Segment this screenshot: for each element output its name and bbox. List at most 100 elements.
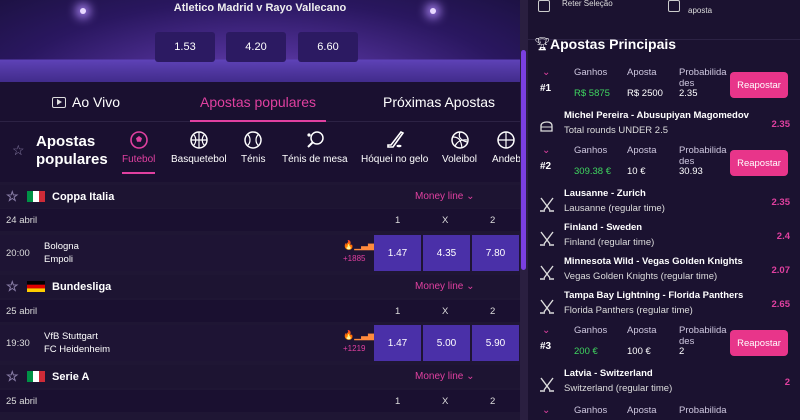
tab-ao-vivo[interactable]: Ao Vivo — [52, 82, 120, 122]
reter-selecao-label: Reter Seleção — [562, 0, 613, 8]
bet-selection: Minnesota Wild - Vegas Golden Knights Ve… — [528, 254, 800, 288]
sport-futebol[interactable]: Futebol — [122, 130, 156, 174]
selection-match: Tampa Bay Lightning - Florida Panthers — [564, 290, 744, 301]
chevron-down-icon: ⌄ — [466, 371, 475, 382]
selection-odd: 2.35 — [771, 197, 791, 208]
hockey-icon — [540, 197, 554, 212]
scrollbar[interactable] — [520, 0, 528, 420]
selection-odd: 2 — [784, 377, 790, 388]
selection-odd: 2.35 — [771, 119, 791, 130]
germany-flag-icon — [27, 281, 45, 292]
date-row: 25 abril 1 X 2 — [0, 300, 520, 322]
trending-fire-icon: 🔥▁▃▅ — [343, 240, 375, 250]
top-bets-panel: Reter Seleção aposta 🏆︎ Apostas Principa… — [528, 0, 800, 420]
tab-apostas-populares[interactable]: Apostas populares — [190, 82, 326, 122]
aposta-checkbox[interactable] — [668, 0, 680, 12]
basketball-icon — [190, 131, 208, 149]
bet-summary: ⌄ #1 Ganhos Aposta Probabilida des R$ 587… — [528, 64, 800, 108]
match-row[interactable]: 20:00 Bologna Empoli 🔥▁▃▅ +1885 1.47 4.35… — [0, 235, 520, 271]
col-2-header: 2 — [490, 396, 496, 407]
league-header[interactable]: ☆ Serie A Money line ⌄ — [0, 365, 520, 388]
chevron-down-icon[interactable]: ⌄ — [542, 405, 550, 416]
main-content: Atletico Madrid v Rayo Vallecano 1.53 4.… — [0, 0, 520, 420]
match-row[interactable]: 19:30 VfB Stuttgart FC Heidenheim 🔥▁▃▅ +1… — [0, 325, 520, 361]
aposta-label: aposta — [688, 6, 713, 15]
sport-hoquei-no-gelo[interactable]: Hóquei no gelo — [361, 130, 428, 165]
selection-match: Minnesota Wild - Vegas Golden Knights — [564, 256, 743, 267]
money-line-dropdown[interactable]: Money line ⌄ — [415, 191, 475, 202]
chevron-down-icon[interactable]: ⌄ — [542, 325, 550, 336]
table-tennis-icon — [307, 131, 324, 148]
bet-selection: Finland - Sweden Finland (regular time) … — [528, 220, 800, 254]
reter-selecao-checkbox[interactable] — [538, 0, 550, 12]
tab-label: Ao Vivo — [72, 94, 120, 110]
home-team: VfB Stuttgart — [44, 331, 98, 342]
odd-button-1[interactable]: 1.47 — [374, 325, 421, 361]
probabilidades-label-line1: Probabilida — [679, 325, 727, 336]
ganhos-label: Ganhos — [574, 145, 608, 156]
probabilidades-label: Probabilida — [679, 405, 727, 416]
probabilidades-label: Probabilida des — [679, 145, 727, 167]
reapostar-button[interactable]: Reapostar — [730, 330, 788, 356]
league-header[interactable]: ☆ Bundesliga Money line ⌄ — [0, 275, 520, 298]
chevron-down-icon[interactable]: ⌄ — [542, 145, 550, 156]
odd-button-2[interactable]: 7.80 — [472, 235, 519, 271]
panel-title: Apostas Principais — [550, 36, 677, 52]
star-icon[interactable]: ☆ — [6, 278, 19, 295]
bet-summary: ⌄ #3 Ganhos Aposta Probabilida des 200 € … — [528, 322, 800, 366]
featured-match-banner: Atletico Madrid v Rayo Vallecano 1.53 4.… — [0, 0, 520, 82]
chevron-down-icon[interactable]: ⌄ — [542, 67, 550, 78]
sport-voleibol[interactable]: Voleibol — [442, 130, 477, 165]
tab-label: Apostas populares — [200, 94, 316, 110]
money-line-dropdown[interactable]: Money line ⌄ — [415, 281, 475, 292]
league-name: Coppa Italia — [52, 191, 115, 203]
odd-button-x[interactable]: 5.00 — [423, 325, 470, 361]
sport-andebol[interactable]: Andeb — [492, 130, 520, 165]
mma-icon — [540, 121, 553, 132]
selection-market: Switzerland (regular time) — [564, 383, 673, 394]
featured-odd-1[interactable]: 1.53 — [155, 32, 215, 62]
col-1-header: 1 — [395, 306, 401, 317]
scrollbar-thumb[interactable] — [521, 50, 526, 270]
match-date: 25 abril — [6, 396, 38, 407]
aposta-value: 100 € — [627, 346, 651, 357]
tab-proximas-apostas[interactable]: Próximas Apostas — [383, 82, 495, 122]
trophy-icon: 🏆︎ — [534, 36, 551, 51]
probabilidades-label: Probabilida des — [679, 67, 727, 89]
sport-tenis-de-mesa[interactable]: Ténis de mesa — [282, 130, 348, 165]
money-line-label: Money line — [415, 371, 464, 382]
more-markets-count[interactable]: +1219 — [343, 344, 365, 353]
featured-odd-x[interactable]: 4.20 — [226, 32, 286, 62]
league-header[interactable]: ☆ Coppa Italia Money line ⌄ — [0, 185, 520, 208]
sport-basquetebol[interactable]: Basquetebol — [171, 130, 227, 165]
money-line-dropdown[interactable]: Money line ⌄ — [415, 371, 475, 382]
trending-fire-icon: 🔥▁▃▅ — [343, 330, 375, 340]
bet-number: #2 — [540, 161, 552, 172]
sport-filter-bar: ☆ Apostas populares Futebol Basquetebol … — [0, 122, 520, 182]
reapostar-button[interactable]: Reapostar — [730, 72, 788, 98]
aposta-label: Aposta — [627, 325, 657, 336]
league-name: Bundesliga — [52, 281, 112, 293]
sport-tenis[interactable]: Ténis — [241, 130, 265, 165]
handball-icon — [497, 131, 516, 149]
selection-match: Michel Pereira - Abusupiyan Magomedov — [564, 110, 749, 121]
star-icon[interactable]: ☆ — [6, 188, 19, 205]
bet-selection: Michel Pereira - Abusupiyan Magomedov To… — [528, 108, 800, 142]
panel-header: 🏆︎ Apostas Principais — [528, 33, 800, 59]
odd-button-1[interactable]: 1.47 — [374, 235, 421, 271]
chevron-down-icon: ⌄ — [466, 281, 475, 292]
chevron-down-icon: ⌄ — [466, 191, 475, 202]
hockey-stick-icon — [386, 130, 404, 148]
odd-button-x[interactable]: 4.35 — [423, 235, 470, 271]
star-icon[interactable]: ☆ — [6, 368, 19, 385]
ganhos-label: Ganhos — [574, 67, 608, 78]
bet-summary: ⌄ #2 Ganhos Aposta Probabilida des 309.38… — [528, 142, 800, 186]
featured-odd-2[interactable]: 6.60 — [298, 32, 358, 62]
sport-label: Hóquei no gelo — [361, 154, 429, 165]
more-markets-count[interactable]: +1885 — [343, 254, 365, 263]
star-icon[interactable]: ☆ — [12, 142, 25, 159]
reapostar-button[interactable]: Reapostar — [730, 150, 788, 176]
hockey-icon — [540, 231, 554, 246]
selection-odd: 2.4 — [776, 231, 790, 242]
odd-button-2[interactable]: 5.90 — [472, 325, 519, 361]
